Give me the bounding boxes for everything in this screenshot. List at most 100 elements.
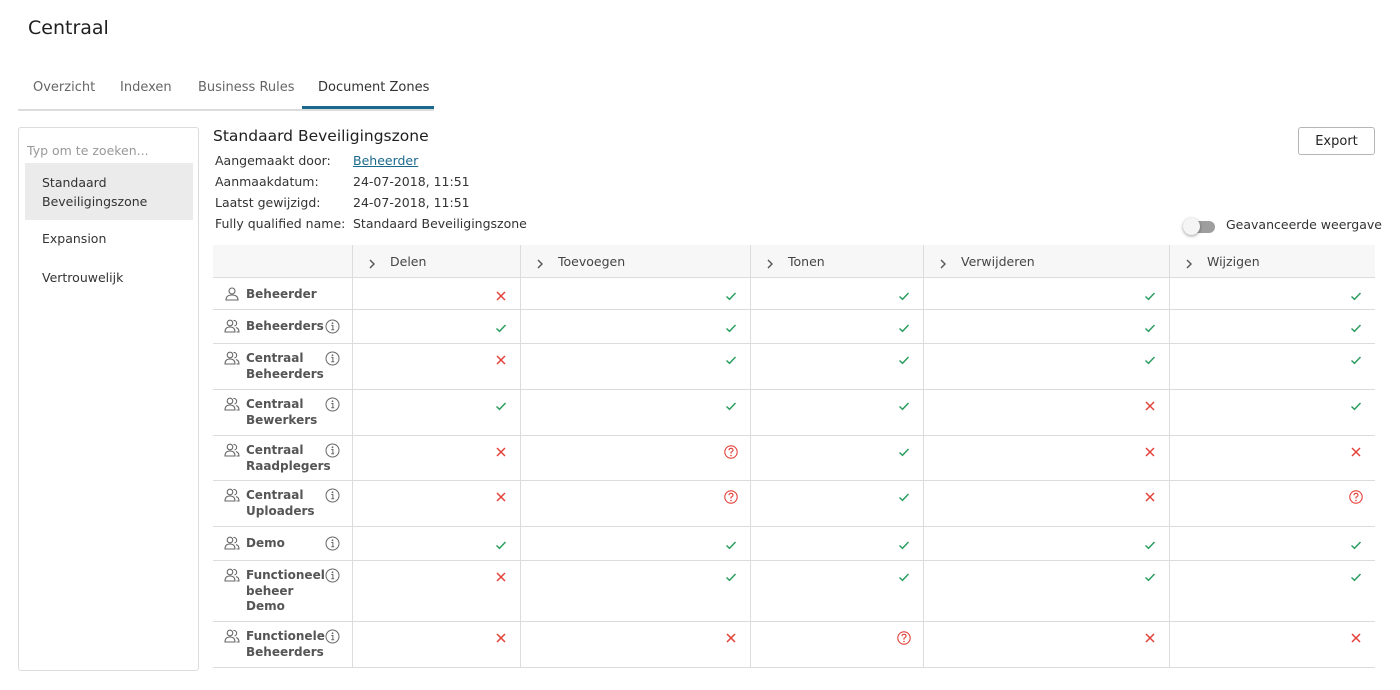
- column-divider: [923, 245, 924, 668]
- zone-title: Standaard Beveiligingszone: [213, 127, 429, 145]
- advanced-view-label: Geavanceerde weergave: [1226, 217, 1382, 232]
- chevron-right-icon[interactable]: [536, 254, 544, 269]
- check-icon: [897, 320, 911, 334]
- cross-icon: [1349, 444, 1363, 458]
- group-icon: [224, 442, 240, 458]
- check-icon: [724, 288, 738, 302]
- table-row: [213, 278, 1375, 310]
- check-icon: [724, 398, 738, 412]
- sidebar-item-vertrouwelijk[interactable]: Vertrouwelijk: [25, 268, 193, 287]
- check-icon: [1143, 320, 1157, 334]
- row-label: Beheerder: [246, 287, 317, 301]
- column-header-verwijderen[interactable]: Verwijderen: [961, 254, 1035, 269]
- created-date-label: Aanmaakdatum:: [215, 174, 319, 189]
- sidebar-item-standaard-beveiligingszone[interactable]: Standaard Beveiligingszone: [25, 163, 193, 220]
- check-icon: [897, 398, 911, 412]
- export-button[interactable]: Export: [1298, 127, 1375, 155]
- advanced-view-toggle[interactable]: [1183, 218, 1216, 235]
- check-icon: [724, 352, 738, 366]
- info-icon[interactable]: [325, 568, 340, 583]
- chevron-right-icon[interactable]: [766, 254, 774, 269]
- cross-icon: [494, 352, 508, 366]
- check-icon: [1143, 352, 1157, 366]
- active-tab-indicator: [302, 106, 434, 109]
- cross-icon: [1143, 444, 1157, 458]
- group-icon: [224, 628, 240, 644]
- app-title: Centraal: [28, 17, 109, 39]
- table-row: [213, 390, 1375, 436]
- info-icon[interactable]: [325, 629, 340, 644]
- check-icon: [494, 320, 508, 334]
- tab-business-rules[interactable]: Business Rules: [198, 77, 295, 106]
- cross-icon: [724, 630, 738, 644]
- info-icon[interactable]: [325, 351, 340, 366]
- column-divider: [750, 245, 751, 668]
- tab-bar: Overzicht Indexen Business Rules Documen…: [18, 77, 434, 111]
- check-icon: [1349, 320, 1363, 334]
- question-icon: [1349, 489, 1363, 504]
- check-icon: [897, 288, 911, 302]
- tab-indexen[interactable]: Indexen: [120, 77, 172, 106]
- search-input[interactable]: [25, 136, 197, 164]
- column-header-toevoegen[interactable]: Toevoegen: [558, 254, 625, 269]
- table-row: [213, 561, 1375, 622]
- zone-list-panel: Standaard Beveiligingszone Expansion Ver…: [18, 127, 199, 671]
- check-icon: [1143, 569, 1157, 583]
- tab-document-zones[interactable]: Document Zones: [318, 77, 429, 106]
- check-icon: [897, 569, 911, 583]
- info-icon[interactable]: [325, 397, 340, 412]
- info-icon[interactable]: [325, 536, 340, 551]
- group-icon: [224, 350, 240, 366]
- group-icon: [224, 396, 240, 412]
- check-icon: [897, 489, 911, 503]
- row-label: Centraal Uploaders: [246, 488, 315, 518]
- column-divider: [352, 245, 353, 668]
- row-label: Demo: [246, 536, 285, 550]
- check-icon: [897, 537, 911, 551]
- question-icon: [724, 489, 738, 504]
- check-icon: [1349, 537, 1363, 551]
- group-icon: [224, 535, 240, 551]
- chevron-right-icon[interactable]: [368, 254, 376, 269]
- toggle-knob: [1183, 218, 1200, 235]
- chevron-right-icon[interactable]: [939, 254, 947, 269]
- check-icon: [1143, 537, 1157, 551]
- check-icon: [724, 569, 738, 583]
- sidebar-item-expansion[interactable]: Expansion: [25, 229, 193, 248]
- table-row: [213, 622, 1375, 668]
- check-icon: [897, 444, 911, 458]
- check-icon: [494, 398, 508, 412]
- modified-label: Laatst gewijzigd:: [215, 195, 321, 210]
- column-divider: [1169, 245, 1170, 668]
- column-header-tonen[interactable]: Tonen: [788, 254, 825, 269]
- table-row: [213, 481, 1375, 527]
- info-icon[interactable]: [325, 488, 340, 503]
- group-icon: [224, 487, 240, 503]
- column-divider: [520, 245, 521, 668]
- created-date-value: 24-07-2018, 11:51: [353, 174, 470, 189]
- check-icon: [1143, 288, 1157, 302]
- row-label: Centraal Beheerders: [246, 351, 324, 381]
- cross-icon: [1143, 398, 1157, 412]
- column-header-delen[interactable]: Delen: [390, 254, 426, 269]
- cross-icon: [494, 444, 508, 458]
- check-icon: [1349, 288, 1363, 302]
- fqn-label: Fully qualified name:: [215, 216, 346, 231]
- cross-icon: [494, 288, 508, 302]
- chevron-right-icon[interactable]: [1185, 254, 1193, 269]
- check-icon: [1349, 352, 1363, 366]
- permissions-table: Delen Toevoegen Tonen Verwijderen Wijzigen Be…: [213, 245, 1375, 670]
- row-label: Functioneel beheer Demo: [246, 568, 325, 613]
- column-header-wijzigen[interactable]: Wijzigen: [1207, 254, 1260, 269]
- created-by-link[interactable]: Beheerder: [353, 153, 418, 168]
- question-icon: [897, 630, 911, 645]
- table-row: [213, 436, 1375, 481]
- cross-icon: [1349, 630, 1363, 644]
- user-icon: [224, 286, 240, 302]
- info-icon[interactable]: [325, 319, 340, 334]
- cross-icon: [494, 489, 508, 503]
- info-icon[interactable]: [325, 443, 340, 458]
- tab-overzicht[interactable]: Overzicht: [33, 77, 95, 106]
- table-row: [213, 527, 1375, 561]
- row-label: Centraal Raadplegers: [246, 443, 331, 473]
